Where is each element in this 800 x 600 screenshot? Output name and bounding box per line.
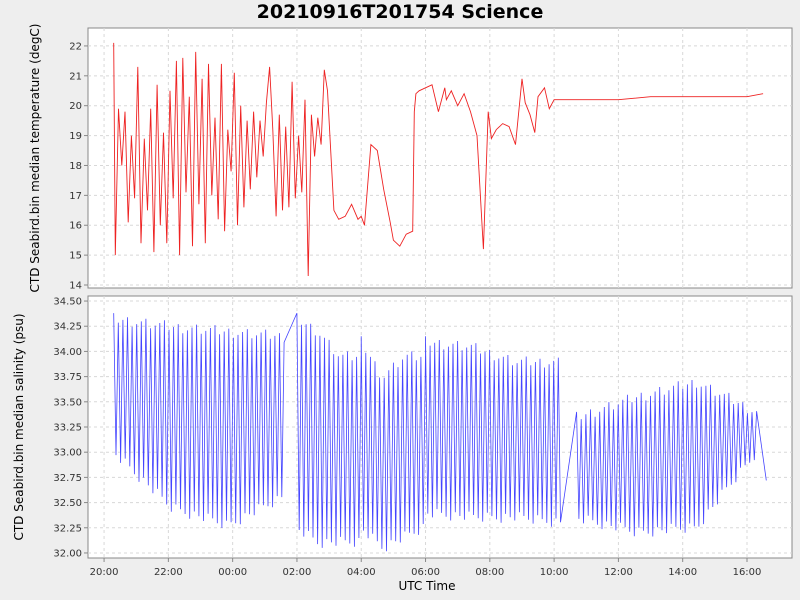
temperature-ytick-label: 14 <box>69 281 82 292</box>
salinity-ytick-label: 32.50 <box>53 498 82 509</box>
x-tick-label: 00:00 <box>218 567 247 578</box>
x-tick-label: 20:00 <box>90 567 119 578</box>
salinity-ytick-label: 32.25 <box>53 523 82 534</box>
temperature-ytick-label: 19 <box>69 131 82 142</box>
chart-svg: 14 15 16 17 18 19 20 21 22 CTD Seabird.bin media… <box>12 24 793 593</box>
temperature-y-axis-label: CTD Seabird.bin median temperature (degC… <box>28 24 42 293</box>
salinity-ytick-label: 34.00 <box>53 347 82 358</box>
x-tick-label: 10:00 <box>540 567 569 578</box>
x-tick-label: 16:00 <box>733 567 762 578</box>
temperature-ytick-label: 21 <box>69 71 82 82</box>
x-tick-label: 08:00 <box>475 567 504 578</box>
salinity-ytick-label: 34.25 <box>53 322 82 333</box>
x-tick-label: 22:00 <box>154 567 183 578</box>
temperature-y-axis: 14 15 16 17 18 19 20 21 22 <box>69 41 88 292</box>
salinity-ytick-label: 33.00 <box>53 448 82 459</box>
temperature-ytick-label: 15 <box>69 251 82 262</box>
temperature-ytick-label: 17 <box>69 191 82 202</box>
salinity-ytick-label: 33.75 <box>53 372 82 383</box>
temperature-ytick-label: 22 <box>69 41 82 52</box>
x-axis-label: UTC Time <box>399 579 456 593</box>
temperature-ytick-label: 18 <box>69 161 82 172</box>
x-tick-label: 02:00 <box>283 567 312 578</box>
salinity-ytick-label: 32.00 <box>53 548 82 559</box>
x-tick-label: 04:00 <box>347 567 376 578</box>
salinity-ytick-label: 32.75 <box>53 473 82 484</box>
salinity-y-axis-label: CTD Seabird.bin median salinity (psu) <box>12 313 26 540</box>
salinity-ytick-label: 34.50 <box>53 297 82 308</box>
temperature-ytick-label: 16 <box>69 221 82 232</box>
time-x-axis: 20:00 22:00 00:00 02:00 04:00 06:00 08:00 10:00… <box>90 558 762 578</box>
x-tick-label: 14:00 <box>668 567 697 578</box>
salinity-ytick-label: 33.25 <box>53 423 82 434</box>
salinity-ytick-label: 33.50 <box>53 397 82 408</box>
salinity-y-axis: 32.00 32.25 32.50 32.75 33.00 33.25 33.50 33.75… <box>53 297 88 559</box>
x-tick-label: 12:00 <box>604 567 633 578</box>
temperature-ytick-label: 20 <box>69 101 82 112</box>
x-tick-label: 06:00 <box>411 567 440 578</box>
